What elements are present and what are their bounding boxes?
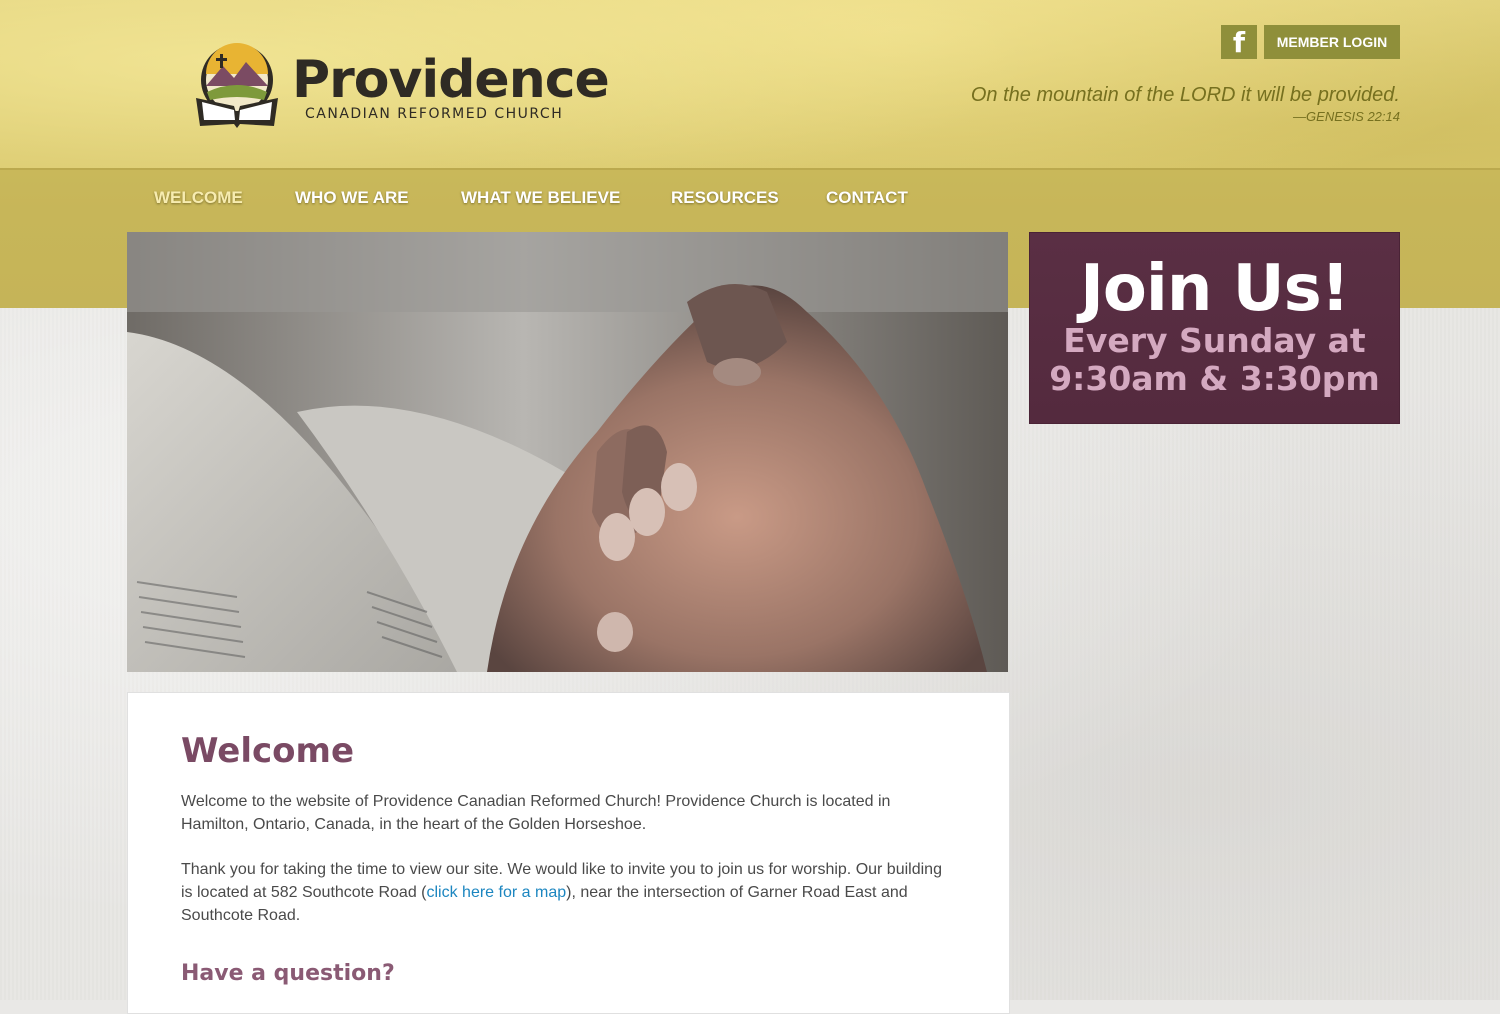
join-line-2: 9:30am & 3:30pm [1049,359,1380,398]
welcome-heading: Welcome [181,731,355,771]
logo-name: Providence [292,50,610,110]
join-schedule: Every Sunday at 9:30am & 3:30pm [1029,322,1400,398]
nav-item-welcome[interactable]: WELCOME [154,188,243,208]
invite-paragraph: Thank you for taking the time to view ou… [181,858,956,927]
verse-reference: —GENESIS 22:14 [1293,109,1400,124]
tagline: On the mountain of the LORD it will be p… [970,84,1400,106]
welcome-card: Welcome Welcome to the website of Provid… [127,692,1010,1014]
hero-image [127,232,1008,672]
welcome-paragraph: Welcome to the website of Providence Can… [181,793,891,833]
praying-hands-bible-photo-icon [127,232,1008,672]
map-link[interactable]: click here for a map [427,884,567,901]
join-title: Join Us! [1080,252,1350,326]
site-logo[interactable]: Providence CANADIAN REFORMED CHURCH [190,40,610,132]
nav-item-who-we-are[interactable]: WHO WE ARE [295,188,409,208]
member-login-button[interactable]: MEMBER LOGIN [1264,25,1400,59]
church-logo-icon [196,43,278,128]
join-line-1: Every Sunday at [1063,321,1366,360]
question-heading: Have a question? [181,961,395,986]
facebook-icon[interactable]: f [1221,25,1257,59]
nav-item-contact[interactable]: CONTACT [826,188,908,208]
join-us-banner[interactable]: Join Us! Every Sunday at 9:30am & 3:30pm [1029,232,1400,424]
logo-subtitle: CANADIAN REFORMED CHURCH [305,106,564,122]
nav-item-what-we-believe[interactable]: WHAT WE BELIEVE [461,188,620,208]
nav-item-resources[interactable]: RESOURCES [671,188,779,208]
